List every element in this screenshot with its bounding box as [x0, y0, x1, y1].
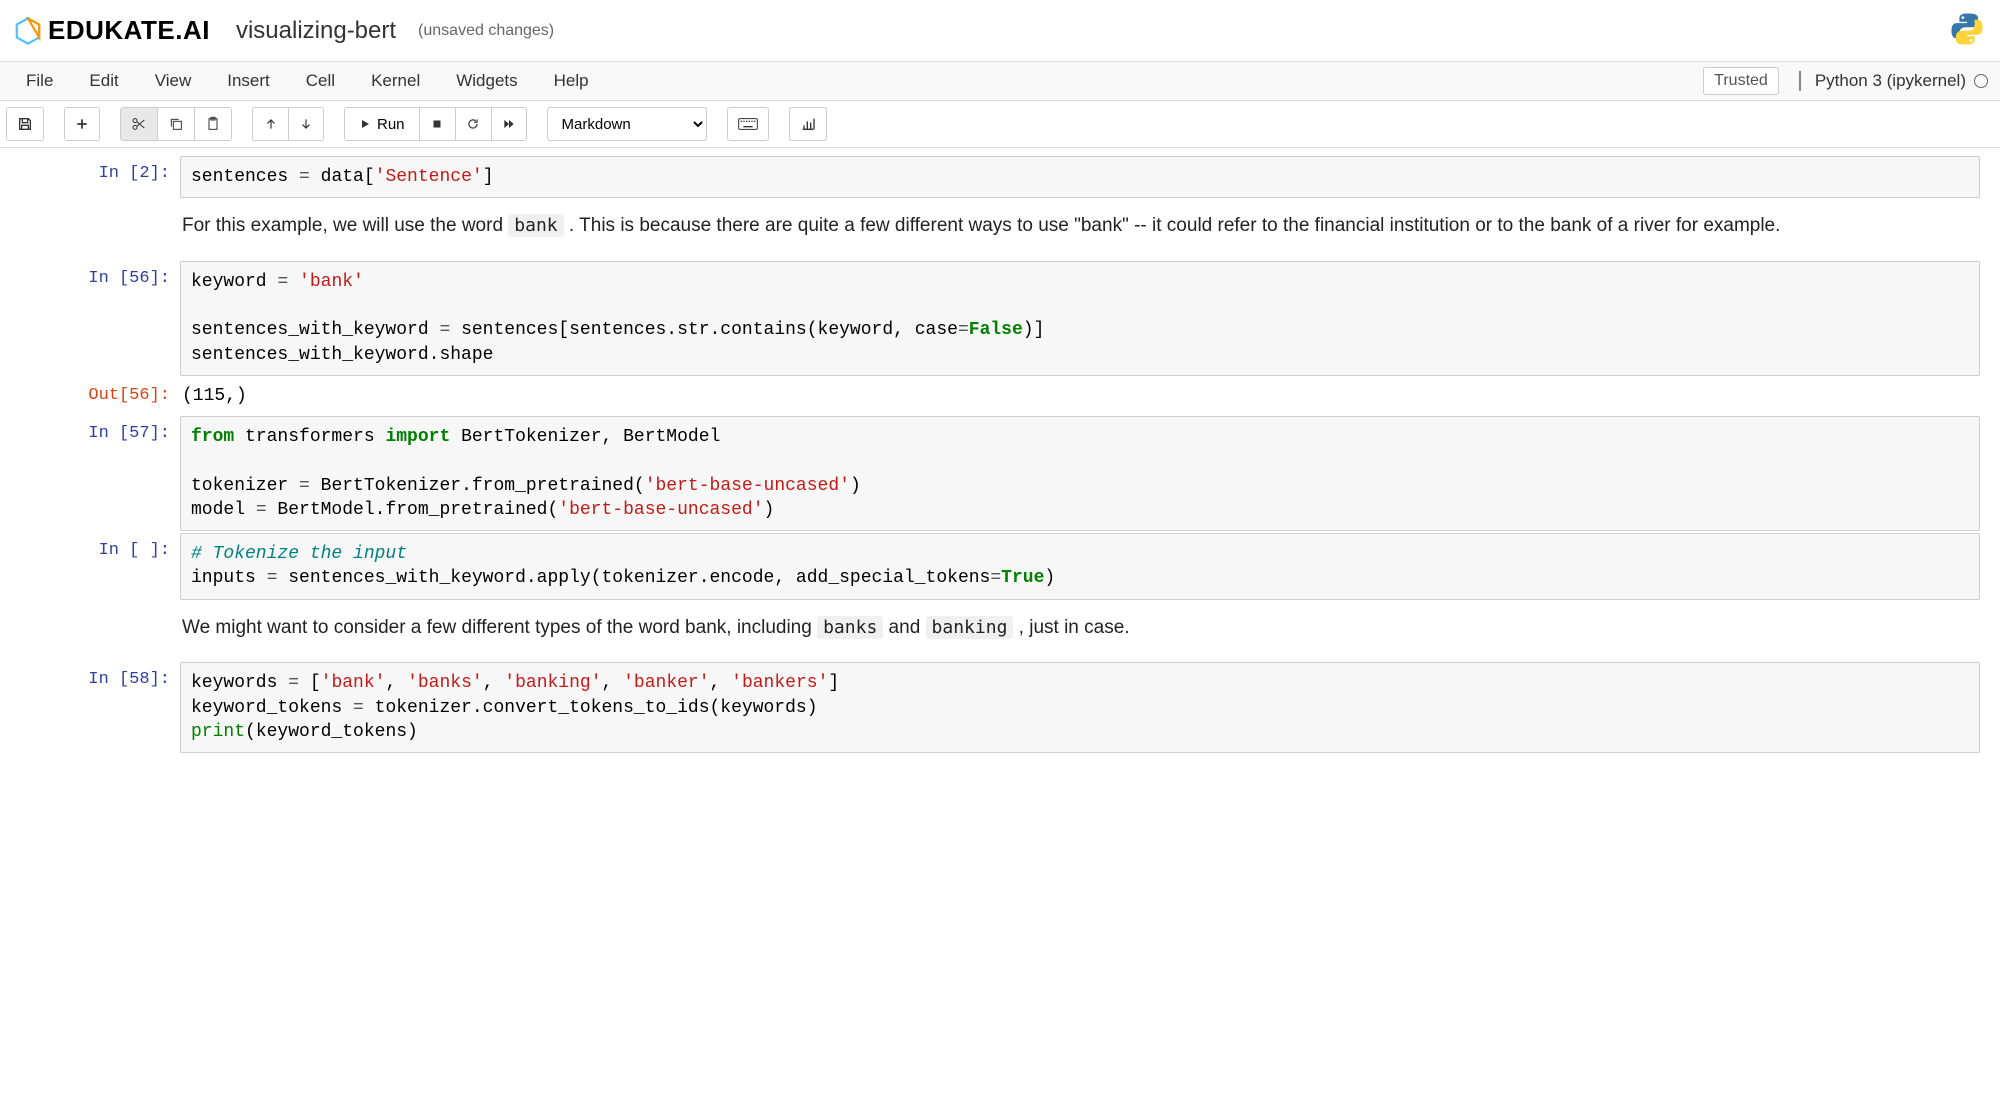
- stop-icon: [431, 118, 443, 130]
- trusted-badge[interactable]: Trusted: [1703, 67, 1779, 95]
- code-input[interactable]: # Tokenize the input inputs = sentences_…: [180, 533, 1980, 600]
- markdown-cell[interactable]: For this example, we will use the word b…: [20, 200, 1980, 259]
- notebook-title[interactable]: visualizing-bert: [236, 17, 396, 45]
- copy-icon: [168, 116, 184, 132]
- notebook-area: In [2]: sentences = data['Sentence'] For…: [0, 148, 2000, 795]
- markdown-cell[interactable]: We might want to consider a few differen…: [20, 602, 1980, 661]
- restart-run-all-button[interactable]: [491, 107, 527, 141]
- code-cell[interactable]: In [2]: sentences = data['Sentence']: [20, 156, 1980, 198]
- menu-edit[interactable]: Edit: [71, 63, 136, 99]
- markdown-rendered: For this example, we will use the word b…: [180, 200, 1980, 259]
- save-icon: [17, 116, 33, 132]
- scissors-icon: [131, 116, 147, 132]
- menu-view[interactable]: View: [137, 63, 210, 99]
- move-down-button[interactable]: [288, 107, 324, 141]
- kernel-name[interactable]: Python 3 (ipykernel): [1799, 71, 1966, 91]
- paste-icon: [205, 116, 221, 132]
- plus-icon: [75, 117, 89, 131]
- command-palette-button[interactable]: [727, 107, 769, 141]
- play-icon: [359, 118, 371, 130]
- cell-type-select[interactable]: Markdown: [547, 107, 707, 141]
- output-prompt: Out[56]:: [20, 378, 180, 414]
- menu-file[interactable]: File: [8, 63, 71, 99]
- restart-icon: [466, 117, 480, 131]
- brand-text: EDUKATE.AI: [48, 15, 210, 46]
- run-label: Run: [377, 116, 405, 133]
- menu-help[interactable]: Help: [536, 63, 607, 99]
- input-prompt: In [58]:: [20, 662, 180, 753]
- input-prompt: In [57]:: [20, 416, 180, 531]
- toolbar: Run Markdown: [0, 101, 2000, 148]
- input-prompt: In [56]:: [20, 261, 180, 376]
- bar-chart-icon: [800, 116, 816, 132]
- header: EDUKATE.AI visualizing-bert (unsaved cha…: [0, 0, 2000, 61]
- insert-cell-button[interactable]: [64, 107, 100, 141]
- fast-forward-icon: [502, 117, 516, 131]
- save-button[interactable]: [6, 107, 44, 141]
- code-input[interactable]: sentences = data['Sentence']: [180, 156, 1980, 198]
- keyboard-icon: [738, 117, 758, 131]
- hexagon-icon: [14, 17, 42, 45]
- output-text: (115,): [180, 378, 1980, 414]
- code-input[interactable]: keywords = ['bank', 'banks', 'banking', …: [180, 662, 1980, 753]
- code-cell[interactable]: In [ ]: # Tokenize the input inputs = se…: [20, 533, 1980, 600]
- save-status: (unsaved changes): [418, 22, 554, 40]
- code-cell[interactable]: In [56]: keyword = 'bank' sentences_with…: [20, 261, 1980, 376]
- copy-button[interactable]: [157, 107, 194, 141]
- menu-insert[interactable]: Insert: [209, 63, 288, 99]
- menu-kernel[interactable]: Kernel: [353, 63, 438, 99]
- paste-button[interactable]: [194, 107, 232, 141]
- code-cell[interactable]: In [58]: keywords = ['bank', 'banks', 'b…: [20, 662, 1980, 753]
- cut-button[interactable]: [120, 107, 157, 141]
- arrow-up-icon: [264, 117, 278, 131]
- menubar: File Edit View Insert Cell Kernel Widget…: [0, 61, 2000, 101]
- markdown-rendered: We might want to consider a few differen…: [180, 602, 1980, 661]
- chart-button[interactable]: [789, 107, 827, 141]
- input-prompt: In [ ]:: [20, 533, 180, 600]
- arrow-down-icon: [299, 117, 313, 131]
- input-prompt: In [2]:: [20, 156, 180, 198]
- brand-logo: EDUKATE.AI: [14, 15, 210, 46]
- code-input[interactable]: keyword = 'bank' sentences_with_keyword …: [180, 261, 1980, 376]
- output-cell: Out[56]: (115,): [20, 378, 1980, 414]
- kernel-indicator-icon: [1974, 74, 1988, 88]
- restart-button[interactable]: [455, 107, 491, 141]
- menu-cell[interactable]: Cell: [288, 63, 353, 99]
- interrupt-button[interactable]: [419, 107, 455, 141]
- menu-widgets[interactable]: Widgets: [438, 63, 535, 99]
- run-button[interactable]: Run: [344, 107, 419, 141]
- python-icon: [1948, 10, 1986, 51]
- code-input[interactable]: from transformers import BertTokenizer, …: [180, 416, 1980, 531]
- code-cell[interactable]: In [57]: from transformers import BertTo…: [20, 416, 1980, 531]
- move-up-button[interactable]: [252, 107, 288, 141]
